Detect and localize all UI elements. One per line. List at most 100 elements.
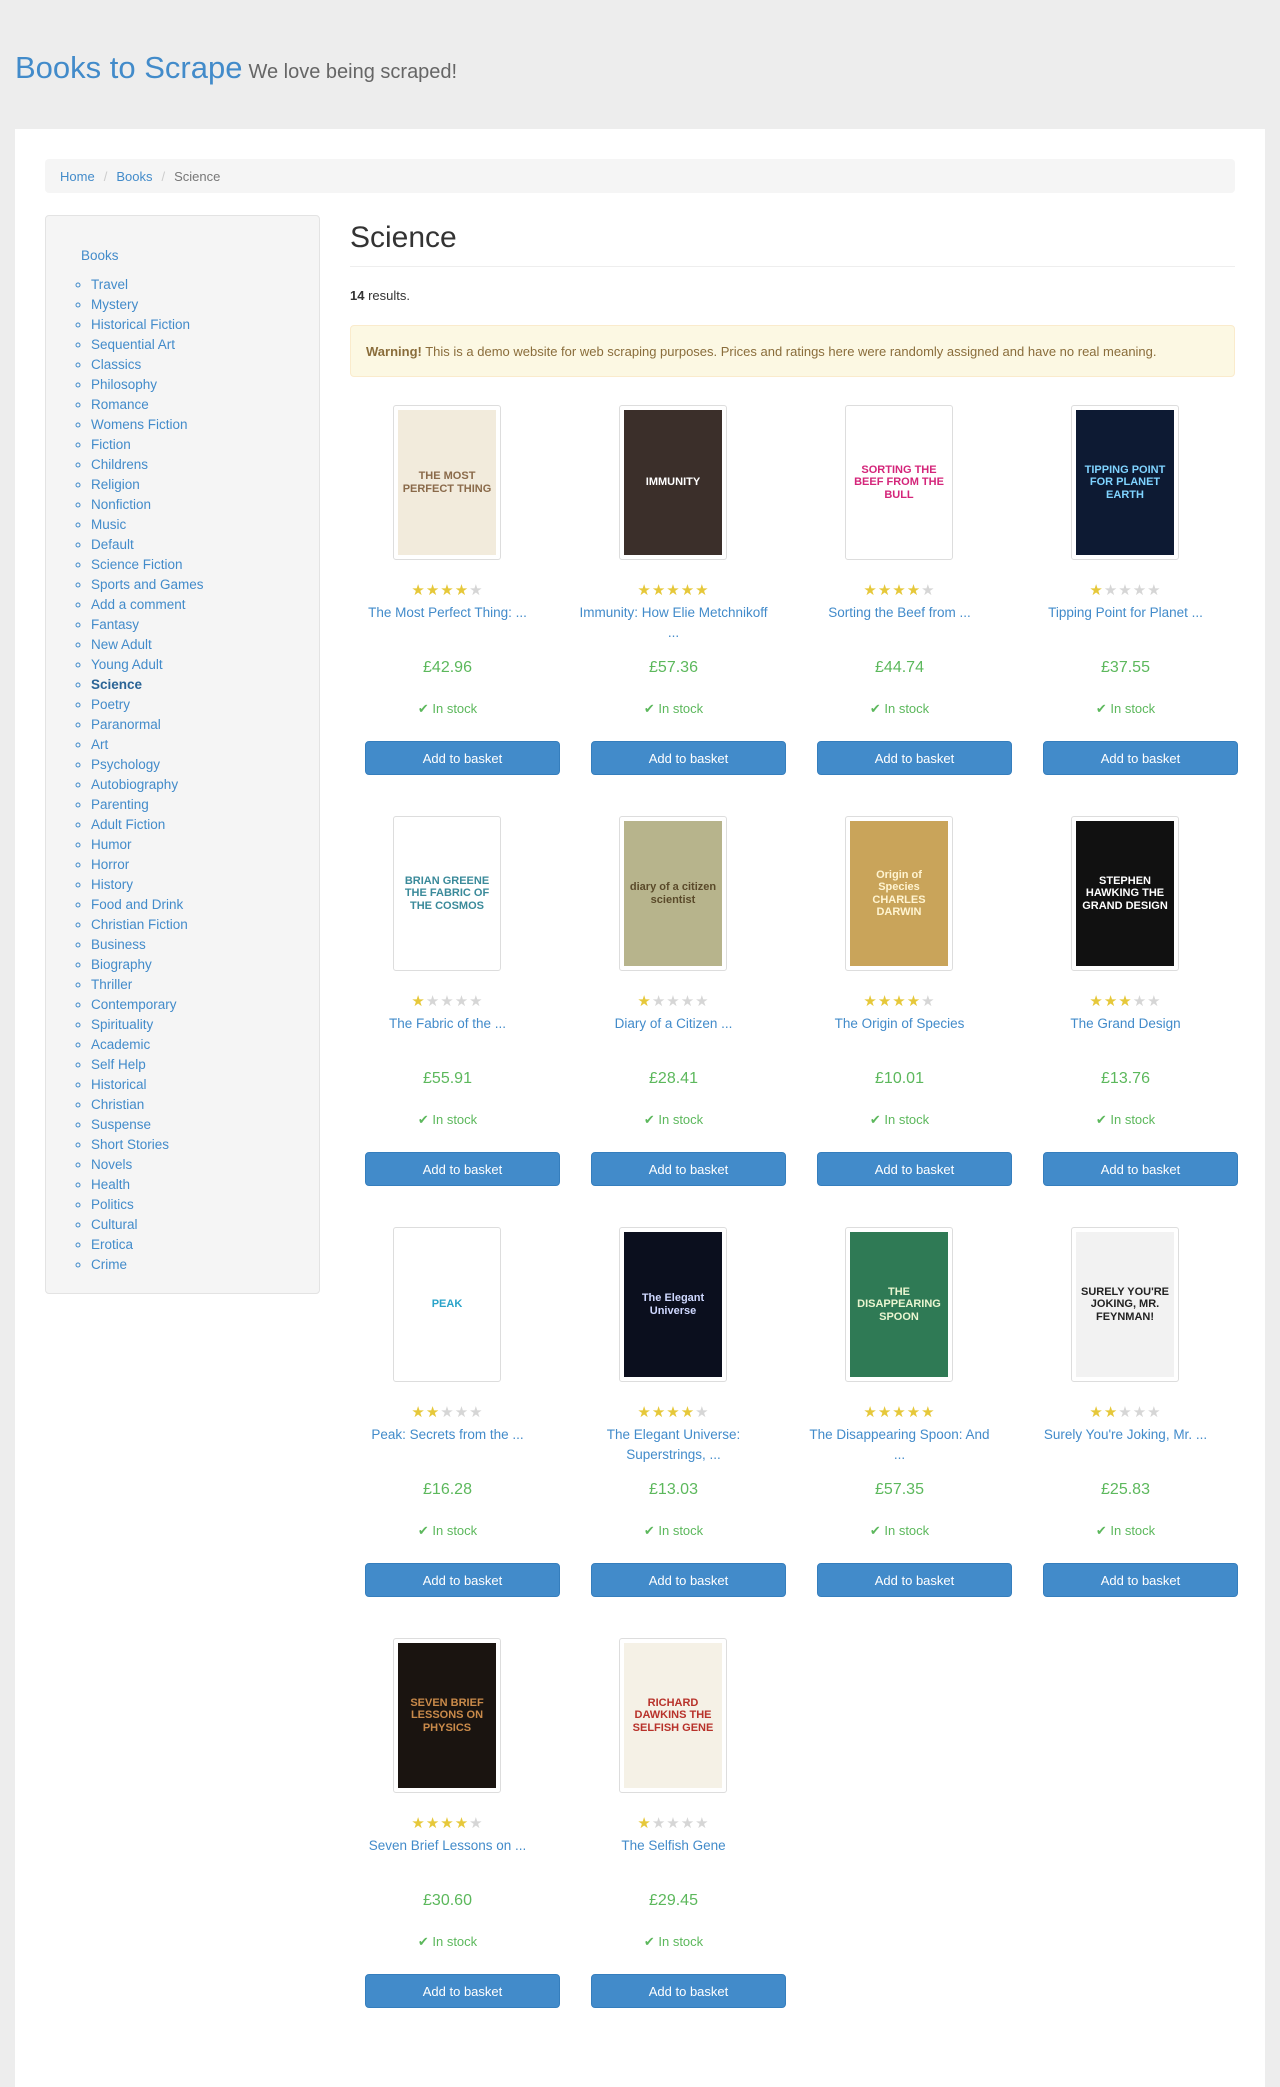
sidebar-category-link[interactable]: Travel — [91, 277, 128, 292]
sidebar-category-link[interactable]: Horror — [91, 857, 129, 872]
breadcrumb-books[interactable]: Books — [116, 169, 152, 184]
sidebar-category-link[interactable]: Philosophy — [91, 377, 157, 392]
add-to-basket-button[interactable]: Add to basket — [365, 1974, 560, 2008]
sidebar-category-link[interactable]: Romance — [91, 397, 149, 412]
sidebar-category-link[interactable]: Short Stories — [91, 1137, 169, 1152]
sidebar-category-link[interactable]: Historical Fiction — [91, 317, 190, 332]
book-title-link[interactable]: Immunity: How Elie Metchnikoff ... — [576, 603, 771, 643]
book-cover-image[interactable]: IMMUNITY — [619, 405, 727, 560]
book-title-link[interactable]: Surely You're Joking, Mr. ... — [1028, 1425, 1223, 1465]
sidebar-category-link[interactable]: Paranormal — [91, 717, 161, 732]
add-to-basket-button[interactable]: Add to basket — [365, 741, 560, 775]
book-title-link[interactable]: Diary of a Citizen ... — [576, 1014, 771, 1054]
sidebar-category-link[interactable]: Contemporary — [91, 997, 177, 1012]
sidebar-category-link[interactable]: Food and Drink — [91, 897, 183, 912]
book-title-link[interactable]: The Most Perfect Thing: ... — [350, 603, 545, 643]
sidebar-category-link[interactable]: Autobiography — [91, 777, 178, 792]
star-icon: ★ — [454, 582, 470, 599]
sidebar-category-link[interactable]: Sports and Games — [91, 577, 204, 592]
sidebar-category-link[interactable]: Art — [91, 737, 108, 752]
stock-label: In stock — [658, 1934, 704, 1949]
book-cover-image[interactable]: Origin of Species CHARLES DARWIN — [845, 816, 953, 971]
book-cover-image[interactable]: THE DISAPPEARING SPOON — [845, 1227, 953, 1382]
add-to-basket-button[interactable]: Add to basket — [365, 1563, 560, 1597]
book-title-link[interactable]: The Grand Design — [1028, 1014, 1223, 1054]
sidebar-category-link[interactable]: Classics — [91, 357, 141, 372]
book-cover-image[interactable]: SORTING THE BEEF FROM THE BULL — [845, 405, 953, 560]
sidebar-category-link[interactable]: Adult Fiction — [91, 817, 165, 832]
book-cover-image[interactable]: TIPPING POINT FOR PLANET EARTH — [1071, 405, 1179, 560]
book-cover-image[interactable]: The Elegant Universe — [619, 1227, 727, 1382]
book-title-link[interactable]: The Elegant Universe: Superstrings, ... — [576, 1425, 771, 1465]
book-title-link[interactable]: Sorting the Beef from ... — [802, 603, 997, 643]
add-to-basket-button[interactable]: Add to basket — [591, 1563, 786, 1597]
sidebar-category-link[interactable]: Fantasy — [91, 617, 139, 632]
add-to-basket-button[interactable]: Add to basket — [591, 1152, 786, 1186]
book-cover-image[interactable]: RICHARD DAWKINS THE SELFISH GENE — [619, 1638, 727, 1793]
add-to-basket-button[interactable]: Add to basket — [365, 1152, 560, 1186]
sidebar-category-link[interactable]: Politics — [91, 1197, 134, 1212]
add-to-basket-button[interactable]: Add to basket — [1043, 1563, 1238, 1597]
book-cover-image[interactable]: diary of a citizen scientist — [619, 816, 727, 971]
sidebar-category-link[interactable]: Music — [91, 517, 126, 532]
sidebar-category-link[interactable]: Business — [91, 937, 146, 952]
sidebar-category-link[interactable]: Mystery — [91, 297, 138, 312]
book-title-link[interactable]: The Origin of Species — [802, 1014, 997, 1054]
sidebar-category-link[interactable]: Suspense — [91, 1117, 151, 1132]
sidebar-category-link[interactable]: Parenting — [91, 797, 149, 812]
sidebar-category-link[interactable]: Spirituality — [91, 1017, 153, 1032]
sidebar-category-link[interactable]: Christian Fiction — [91, 917, 188, 932]
breadcrumb-home[interactable]: Home — [60, 169, 95, 184]
sidebar-category-link[interactable]: Science Fiction — [91, 557, 183, 572]
sidebar-category-link[interactable]: Thriller — [91, 977, 132, 992]
brand-link[interactable]: Books to Scrape — [15, 50, 242, 85]
book-title-link[interactable]: Tipping Point for Planet ... — [1028, 603, 1223, 643]
add-to-basket-button[interactable]: Add to basket — [1043, 741, 1238, 775]
book-cover-image[interactable]: PEAK — [393, 1227, 501, 1382]
sidebar-category-link[interactable]: History — [91, 877, 133, 892]
book-title-link[interactable]: The Fabric of the ... — [350, 1014, 545, 1054]
book-title-link[interactable]: The Selfish Gene — [576, 1836, 771, 1876]
sidebar-category-link[interactable]: Psychology — [91, 757, 160, 772]
cover-art: PEAK — [398, 1232, 496, 1377]
sidebar-category-link[interactable]: Default — [91, 537, 134, 552]
add-to-basket-button[interactable]: Add to basket — [817, 1152, 1012, 1186]
add-to-basket-button[interactable]: Add to basket — [591, 1974, 786, 2008]
book-cover-image[interactable]: STEPHEN HAWKING THE GRAND DESIGN — [1071, 816, 1179, 971]
sidebar-category-link[interactable]: Add a comment — [91, 597, 186, 612]
sidebar-category-link[interactable]: Crime — [91, 1257, 127, 1272]
book-cover-image[interactable]: THE MOST PERFECT THING — [393, 405, 501, 560]
sidebar-category-link[interactable]: Religion — [91, 477, 140, 492]
sidebar-category-link[interactable]: New Adult — [91, 637, 152, 652]
sidebar-category-link[interactable]: Academic — [91, 1037, 150, 1052]
add-to-basket-button[interactable]: Add to basket — [591, 741, 786, 775]
sidebar-category-link[interactable]: Cultural — [91, 1217, 138, 1232]
add-to-basket-button[interactable]: Add to basket — [817, 1563, 1012, 1597]
add-to-basket-button[interactable]: Add to basket — [1043, 1152, 1238, 1186]
sidebar-category-link[interactable]: Self Help — [91, 1057, 146, 1072]
sidebar-category-link[interactable]: Erotica — [91, 1237, 133, 1252]
book-cover-image[interactable]: SEVEN BRIEF LESSONS ON PHYSICS — [393, 1638, 501, 1793]
sidebar-category-link[interactable]: Childrens — [91, 457, 148, 472]
sidebar-category-link[interactable]: Womens Fiction — [91, 417, 188, 432]
sidebar-category-link[interactable]: Health — [91, 1177, 130, 1192]
product-card: IMMUNITY ★★★★★ Immunity: How Elie Metchnik… — [576, 405, 786, 785]
book-cover-image[interactable]: SURELY YOU'RE JOKING, MR. FEYNMAN! — [1071, 1227, 1179, 1382]
sidebar-category-link[interactable]: Sequential Art — [91, 337, 175, 352]
sidebar-category-link[interactable]: Novels — [91, 1157, 132, 1172]
sidebar-category-link[interactable]: Christian — [91, 1097, 144, 1112]
sidebar-category-link[interactable]: Historical — [91, 1077, 147, 1092]
book-cover-image[interactable]: BRIAN GREENE THE FABRIC OF THE COSMOS — [393, 816, 501, 971]
sidebar-category-link[interactable]: Nonfiction — [91, 497, 151, 512]
sidebar-category-link[interactable]: Fiction — [91, 437, 131, 452]
sidebar-category-link[interactable]: Biography — [91, 957, 152, 972]
book-title-link[interactable]: Peak: Secrets from the ... — [350, 1425, 545, 1465]
add-to-basket-button[interactable]: Add to basket — [817, 741, 1012, 775]
sidebar-category-link[interactable]: Humor — [91, 837, 132, 852]
sidebar-category-link[interactable]: Poetry — [91, 697, 130, 712]
sidebar-books-link[interactable]: Books — [81, 248, 119, 263]
book-title-link[interactable]: The Disappearing Spoon: And ... — [802, 1425, 997, 1465]
book-title-link[interactable]: Seven Brief Lessons on ... — [350, 1836, 545, 1876]
sidebar-category-link[interactable]: Science — [91, 677, 142, 692]
sidebar-category-link[interactable]: Young Adult — [91, 657, 163, 672]
